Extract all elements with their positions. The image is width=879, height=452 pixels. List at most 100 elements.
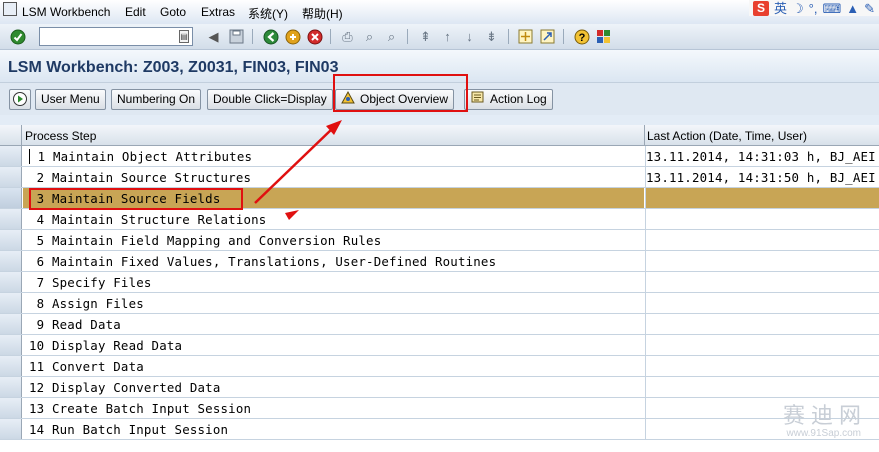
find-next-icon[interactable]: ⌕ <box>383 28 400 45</box>
process-step-cell[interactable]: 10 Display Read Data <box>23 335 644 355</box>
row-selector[interactable] <box>0 251 22 271</box>
previous-page-icon[interactable]: ↑ <box>439 28 456 45</box>
select-all-cell[interactable] <box>0 125 22 146</box>
process-steps-table: Process Step Last Action (Date, Time, Us… <box>0 125 879 452</box>
action-log-label: Action Log <box>490 92 547 107</box>
cancel-icon[interactable] <box>306 28 323 45</box>
table-row[interactable]: 14 Run Batch Input Session <box>0 419 879 440</box>
row-selector[interactable] <box>0 272 22 292</box>
table-row[interactable]: 12 Display Converted Data <box>0 377 879 398</box>
enter-icon[interactable] <box>9 28 26 45</box>
row-selector[interactable] <box>0 419 22 439</box>
execute-button[interactable] <box>9 89 31 110</box>
row-selector[interactable] <box>0 230 22 250</box>
process-step-cell[interactable]: 3 Maintain Source Fields <box>23 188 644 208</box>
table-row[interactable]: 10 Display Read Data <box>0 335 879 356</box>
process-step-cell[interactable]: 7 Specify Files <box>23 272 644 292</box>
table-row[interactable]: 13 Create Batch Input Session <box>0 398 879 419</box>
last-page-icon[interactable]: ⇟ <box>483 28 500 45</box>
table-row[interactable]: 2 Maintain Source Structures 13.11.2014, … <box>0 167 879 188</box>
last-action-cell <box>645 272 879 292</box>
find-icon[interactable]: ⌕ <box>361 28 378 45</box>
row-selector[interactable] <box>0 314 22 334</box>
action-log-button[interactable]: Action Log <box>464 89 553 110</box>
double-click-display-button[interactable]: Double Click=Display <box>207 89 333 110</box>
table-row[interactable]: 6 Maintain Fixed Values, Translations, U… <box>0 251 879 272</box>
row-selector[interactable] <box>0 377 22 397</box>
customize-layout-icon[interactable] <box>595 28 612 45</box>
table-row[interactable]: 5 Maintain Field Mapping and Conversion … <box>0 230 879 251</box>
last-action-cell <box>645 356 879 376</box>
toolbox-icon[interactable]: ✎ <box>864 1 875 16</box>
keyboard-icon[interactable]: ⌨ <box>822 1 841 16</box>
row-selector[interactable] <box>0 293 22 313</box>
help-icon[interactable]: ? <box>573 28 590 45</box>
skin-icon[interactable]: ▲ <box>846 1 859 16</box>
table-row[interactable]: 1 Maintain Object Attributes 13.11.2014, … <box>0 146 879 167</box>
menu-system[interactable]: 系统(Y) <box>248 5 288 22</box>
menu-edit[interactable]: Edit <box>125 5 146 19</box>
back-icon[interactable] <box>262 28 279 45</box>
exit-icon[interactable] <box>284 28 301 45</box>
table-row[interactable]: 11 Convert Data <box>0 356 879 377</box>
row-selector[interactable] <box>0 398 22 418</box>
command-history-icon[interactable]: ▤ <box>179 30 189 43</box>
system-menu-icon[interactable] <box>3 2 17 16</box>
process-step-cell[interactable]: 4 Maintain Structure Relations <box>23 209 644 229</box>
row-selector[interactable] <box>0 335 22 355</box>
process-step-cell[interactable]: 1 Maintain Object Attributes <box>23 146 644 166</box>
row-selector[interactable] <box>0 167 22 187</box>
last-action-cell: 13.11.2014, 14:31:50 h, BJ_AEI <box>645 167 879 187</box>
last-action-cell <box>645 293 879 313</box>
process-step-cell[interactable]: 5 Maintain Field Mapping and Conversion … <box>23 230 644 250</box>
last-action-cell <box>645 335 879 355</box>
menu-lsm-workbench[interactable]: LSM Workbench <box>22 5 110 19</box>
ime-toolbar: S 英 ☽ °, ⌨ ▲ ✎ <box>748 0 879 16</box>
overview-icon <box>341 90 355 110</box>
collapse-icon[interactable]: ◀ <box>205 28 222 45</box>
moon-icon[interactable]: ☽ <box>792 1 804 16</box>
ime-mode-label[interactable]: 英 <box>774 1 787 16</box>
print-icon[interactable]: ⎙ <box>339 28 356 45</box>
column-header-process-step[interactable]: Process Step <box>25 129 96 143</box>
command-input[interactable] <box>40 28 170 45</box>
process-step-cell[interactable]: 14 Run Batch Input Session <box>23 419 644 439</box>
user-menu-button[interactable]: User Menu <box>35 89 106 110</box>
process-step-cell[interactable]: 11 Convert Data <box>23 356 644 376</box>
table-header: Process Step Last Action (Date, Time, Us… <box>0 125 879 146</box>
page-title: LSM Workbench: Z003, Z0031, FIN03, FIN03 <box>8 59 339 76</box>
column-header-last-action[interactable]: Last Action (Date, Time, User) <box>647 129 807 143</box>
next-page-icon[interactable]: ↓ <box>461 28 478 45</box>
command-field[interactable]: ▤ <box>39 27 193 46</box>
process-step-text: 9 Read Data <box>29 317 121 332</box>
numbering-on-button[interactable]: Numbering On <box>111 89 202 110</box>
table-row[interactable]: 9 Read Data <box>0 314 879 335</box>
row-selector[interactable] <box>0 188 22 208</box>
process-step-text: 11 Convert Data <box>29 359 144 374</box>
shortcut-icon[interactable] <box>539 28 556 45</box>
table-row[interactable]: 4 Maintain Structure Relations <box>0 209 879 230</box>
table-row[interactable]: 8 Assign Files <box>0 293 879 314</box>
sogou-logo-icon[interactable]: S <box>752 0 769 16</box>
object-overview-button[interactable]: Object Overview <box>335 89 455 110</box>
first-page-icon[interactable]: ⇞ <box>417 28 434 45</box>
table-row[interactable]: 3 Maintain Source Fields <box>0 188 879 209</box>
process-step-cell[interactable]: 9 Read Data <box>23 314 644 334</box>
process-step-cell[interactable]: 12 Display Converted Data <box>23 377 644 397</box>
process-step-cell[interactable]: 13 Create Batch Input Session <box>23 398 644 418</box>
last-action-cell <box>645 230 879 250</box>
punctuation-icon[interactable]: °, <box>809 1 818 16</box>
table-row[interactable]: 7 Specify Files <box>0 272 879 293</box>
menu-help[interactable]: 帮助(H) <box>302 5 343 22</box>
process-step-cell[interactable]: 6 Maintain Fixed Values, Translations, U… <box>23 251 644 271</box>
save-icon[interactable] <box>228 28 245 45</box>
menu-extras[interactable]: Extras <box>201 5 235 19</box>
process-step-cell[interactable]: 8 Assign Files <box>23 293 644 313</box>
process-step-cell[interactable]: 2 Maintain Source Structures <box>23 167 644 187</box>
row-selector[interactable] <box>0 146 22 166</box>
create-session-icon[interactable] <box>517 28 534 45</box>
menu-goto[interactable]: Goto <box>160 5 186 19</box>
row-selector[interactable] <box>0 209 22 229</box>
process-step-text: 4 Maintain Structure Relations <box>29 212 267 227</box>
row-selector[interactable] <box>0 356 22 376</box>
